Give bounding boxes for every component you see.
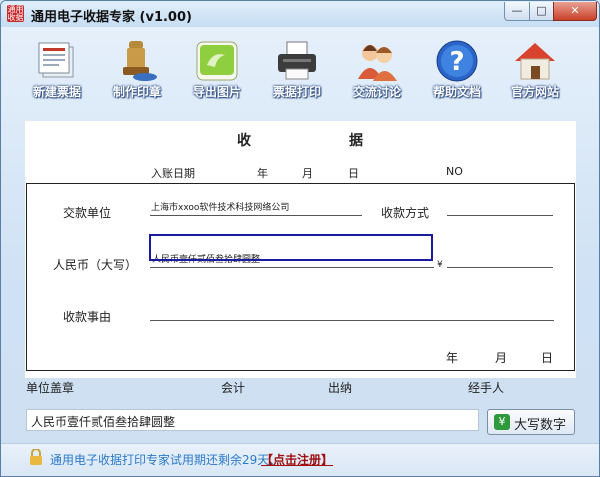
home-icon <box>515 43 555 80</box>
title-bar: 通用收据 通用电子收据专家 (v1.00) — □ ✕ <box>1 1 599 27</box>
help-icon: ? <box>436 40 478 82</box>
official-site-label: 官方网站 <box>510 85 559 99</box>
export-image-icon <box>196 41 238 81</box>
help-docs-label: 帮助文档 <box>432 85 481 99</box>
cashier-label: 出纳 <box>328 381 353 395</box>
accountant-label: 会计 <box>221 381 246 395</box>
toolbar: 新建票据 制作印章 导出图片 票据打印 交流讨论 ? 帮助文档 官方网站 <box>1 31 599 103</box>
payer-field[interactable]: 上海市xxoo软件技术科技网络公司 <box>151 200 289 213</box>
new-receipt-button[interactable]: 新建票据 <box>23 31 91 103</box>
payment-method-label: 收款方式 <box>381 206 430 220</box>
date-month: 月 <box>302 167 313 180</box>
svg-text:?: ? <box>449 47 464 77</box>
printer-icon <box>278 41 316 80</box>
register-link[interactable]: 【点击注册】 <box>261 451 333 468</box>
print-receipt-label: 票据打印 <box>272 85 321 99</box>
app-window: 通用收据 通用电子收据专家 (v1.00) — □ ✕ 新建票据 制作印章 导出… <box>0 0 600 477</box>
sign-month: 月 <box>495 351 508 365</box>
payer-underline <box>150 215 362 216</box>
seal-icon <box>123 41 157 81</box>
receipt-title-right: 据 <box>349 133 363 149</box>
maximize-button[interactable]: □ <box>529 2 554 21</box>
print-receipt-button[interactable]: 票据打印 <box>263 31 331 103</box>
discussion-label: 交流讨论 <box>352 85 401 99</box>
capitalize-number-label: 大写数字 <box>514 418 567 433</box>
lock-icon <box>30 449 42 465</box>
date-year: 年 <box>257 167 268 180</box>
make-seal-button[interactable]: 制作印章 <box>103 31 171 103</box>
app-logo-icon: 通用收据 <box>7 5 24 22</box>
minimize-button[interactable]: — <box>504 2 530 21</box>
close-button[interactable]: ✕ <box>553 2 597 21</box>
date-day: 日 <box>348 167 359 180</box>
capitalize-number-button[interactable]: ¥ 大写数字 <box>487 409 575 435</box>
official-site-button[interactable]: 官方网站 <box>501 31 569 103</box>
receipt-title-left: 收 <box>237 133 251 149</box>
handler-label: 经手人 <box>468 381 505 395</box>
yen-sign: ¥ <box>437 260 443 270</box>
payment-method-field[interactable] <box>447 215 553 216</box>
amount-number-field[interactable] <box>447 267 553 268</box>
users-icon <box>358 45 397 81</box>
sign-day: 日 <box>541 351 554 365</box>
help-docs-button[interactable]: ? 帮助文档 <box>423 31 491 103</box>
rmb-underline <box>150 267 434 268</box>
amount-text-input[interactable]: 人民币壹仟贰佰叁拾肆圆整 <box>26 409 479 431</box>
focused-field-outline <box>149 234 433 261</box>
reason-label: 收款事由 <box>63 310 112 324</box>
export-image-button[interactable]: 导出图片 <box>183 31 251 103</box>
discussion-button[interactable]: 交流讨论 <box>343 31 411 103</box>
sign-year: 年 <box>446 351 459 365</box>
payer-label: 交款单位 <box>63 206 112 220</box>
unit-stamp-label: 单位盖章 <box>26 381 75 395</box>
reason-field[interactable] <box>150 320 554 321</box>
yen-icon: ¥ <box>494 414 510 430</box>
receipt-number-label: NO <box>446 165 463 178</box>
make-seal-label: 制作印章 <box>112 85 161 99</box>
date-label: 入账日期 <box>151 167 195 180</box>
window-title: 通用电子收据专家 (v1.00) <box>31 10 192 25</box>
export-image-label: 导出图片 <box>192 85 241 99</box>
rmb-uppercase-label: 人民币（大写） <box>53 258 138 272</box>
new-receipt-icon <box>38 42 74 78</box>
new-receipt-label: 新建票据 <box>32 85 81 99</box>
trial-status-text: 通用电子收据打印专家试用期还剩余29天、 <box>50 453 282 467</box>
